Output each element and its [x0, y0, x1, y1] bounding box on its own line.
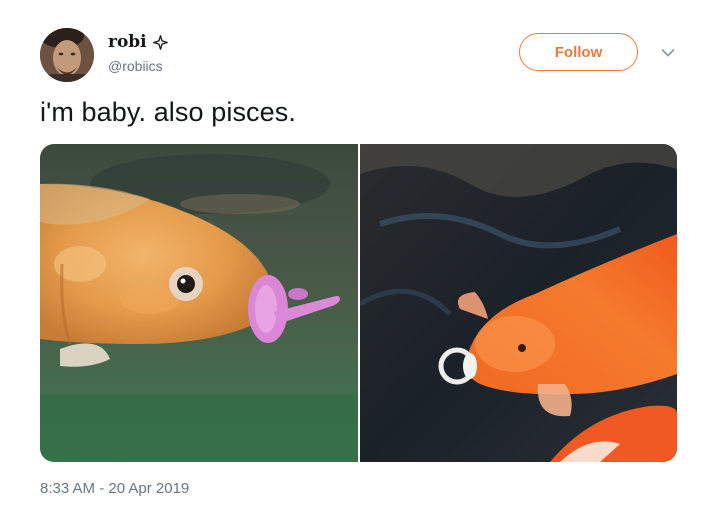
avatar[interactable] — [40, 28, 94, 82]
follow-button[interactable]: Follow — [519, 33, 638, 71]
tweet-card: robi @robiics Follow i'm baby. also pisc… — [0, 0, 710, 509]
media-photo-2[interactable] — [360, 144, 677, 462]
media-grid — [40, 144, 677, 462]
author-handle[interactable]: @robiics — [108, 58, 163, 74]
chevron-down-icon[interactable] — [661, 45, 675, 57]
media-photo-1[interactable] — [40, 144, 358, 462]
display-name[interactable]: robi — [108, 32, 147, 52]
tweet-text: i'm baby. also pisces. — [40, 97, 296, 127]
author-name-row: robi — [108, 32, 168, 52]
tweet-timestamp[interactable]: 8:33 AM - 20 Apr 2019 — [40, 480, 189, 497]
sparkle-icon — [152, 34, 168, 50]
